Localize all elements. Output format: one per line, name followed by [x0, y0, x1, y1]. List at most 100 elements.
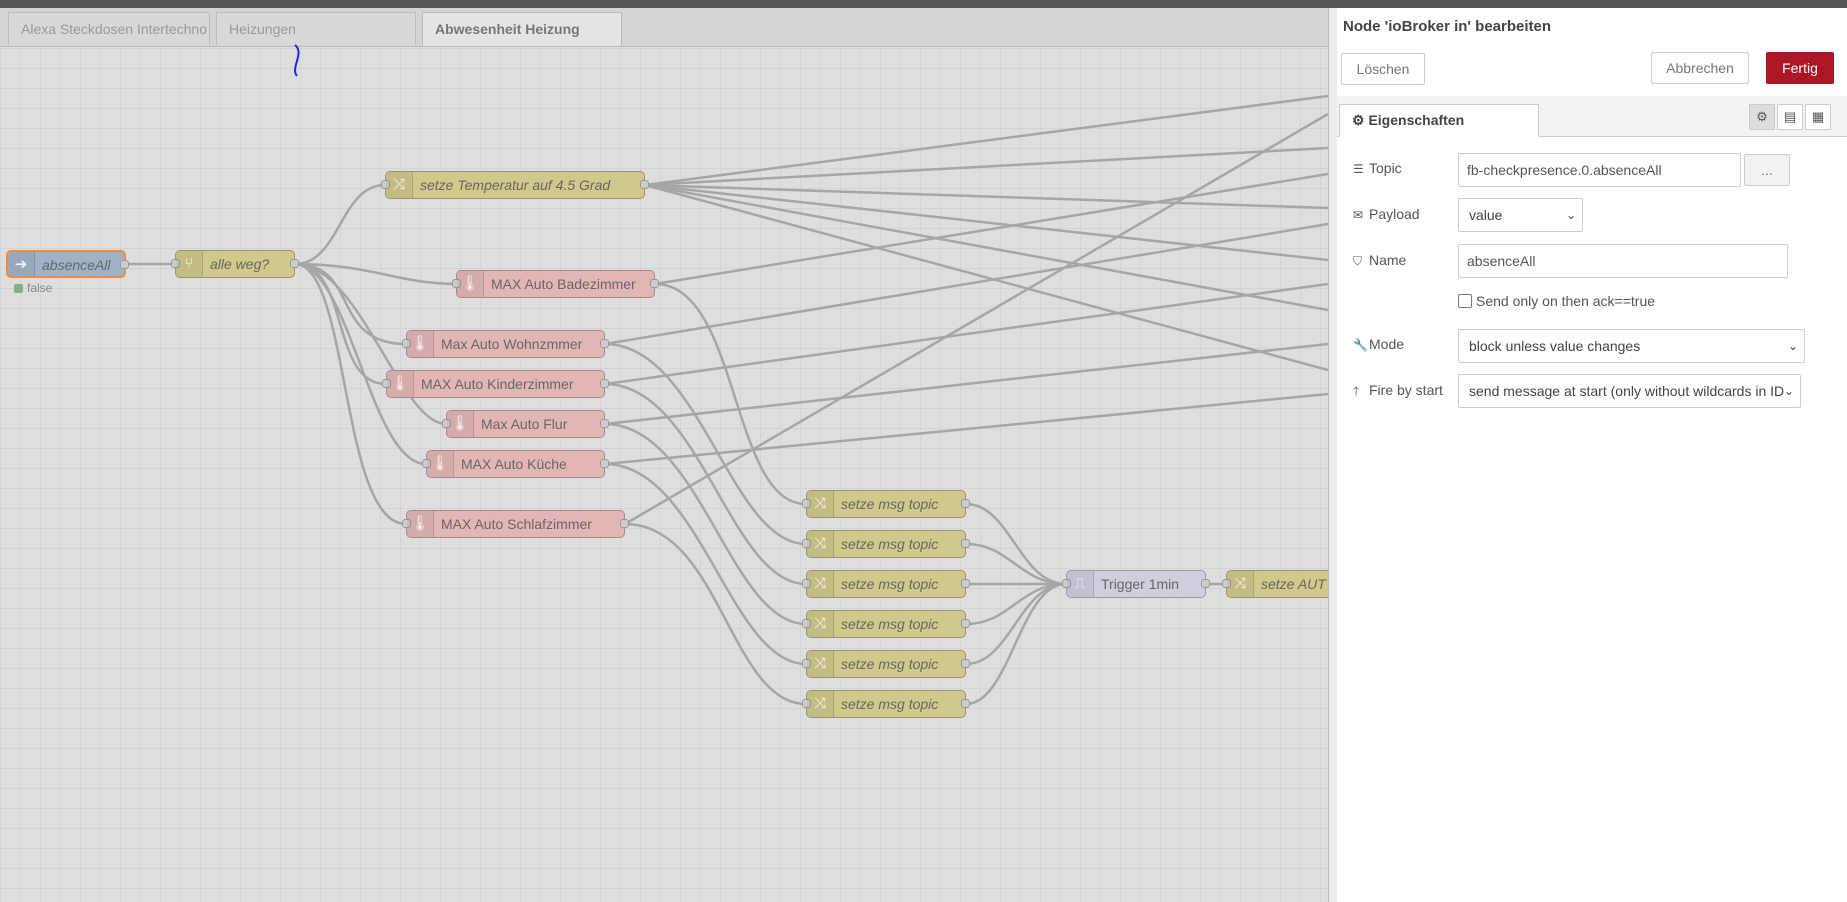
- node-label: MAX Auto Schlafzimmer: [441, 516, 592, 532]
- output-port[interactable]: [640, 180, 649, 189]
- node-set-topic[interactable]: ⤨ setze msg topic: [802, 690, 970, 718]
- output-port[interactable]: [961, 579, 970, 588]
- thermometer-icon: 🌡: [407, 331, 434, 357]
- wire: [604, 462, 807, 666]
- node-switch[interactable]: ⑂ alle weg?: [171, 250, 299, 278]
- top-bar: [0, 0, 1847, 8]
- name-label: ⛉ Name: [1353, 252, 1407, 268]
- mode-label: 🔧Mode: [1353, 336, 1405, 352]
- done-button[interactable]: Fertig: [1766, 52, 1834, 84]
- shuffle-icon: ⤨: [807, 651, 834, 677]
- node-max-flur[interactable]: 🌡 Max Auto Flur: [442, 410, 609, 438]
- shuffle-icon: ⤨: [807, 691, 834, 717]
- shuffle-icon: ⤨: [807, 531, 834, 557]
- payload-select[interactable]: value ⌄: [1458, 198, 1583, 232]
- output-port[interactable]: [600, 379, 609, 388]
- node-label: setze msg topic: [841, 616, 939, 632]
- chevron-down-icon: ⌄: [1565, 208, 1576, 222]
- ack-checkbox[interactable]: [1458, 294, 1472, 308]
- thermometer-icon: 🌡: [457, 271, 484, 297]
- node-label: setze msg topic: [841, 576, 939, 592]
- gear-icon: ⚙: [1352, 112, 1365, 128]
- node-set-topic[interactable]: ⤨ setze msg topic: [802, 650, 970, 678]
- node-status: false: [14, 281, 52, 295]
- ack-label: Send only on then ack==true: [1476, 293, 1656, 309]
- output-port[interactable]: [650, 279, 659, 288]
- topic-browse-button[interactable]: ...: [1744, 154, 1790, 186]
- input-arrow-icon: ➔: [8, 252, 35, 276]
- wrench-icon: 🔧: [1353, 338, 1368, 352]
- wire: [604, 342, 1328, 426]
- node-max-wohnzimmer[interactable]: 🌡 Max Auto Wohnzmmer: [402, 330, 609, 358]
- output-port[interactable]: [120, 260, 129, 269]
- status-text: false: [27, 281, 53, 295]
- delete-button[interactable]: Löschen: [1341, 53, 1425, 85]
- payload-label: ✉ Payload: [1353, 206, 1420, 222]
- node-label: MAX Auto Küche: [461, 456, 567, 472]
- node-set-topic[interactable]: ⤨ setze msg topic: [802, 530, 970, 558]
- output-port[interactable]: [961, 699, 970, 708]
- wire: [604, 282, 1328, 386]
- wire: [294, 262, 427, 466]
- node-label: setze msg topic: [841, 496, 939, 512]
- output-port[interactable]: [620, 519, 629, 528]
- wire: [965, 582, 1067, 666]
- fire-by-start-label: 🡑 Fire by start: [1353, 382, 1443, 403]
- output-port[interactable]: [600, 419, 609, 428]
- node-max-kueche[interactable]: 🌡 MAX Auto Küche: [422, 450, 609, 478]
- tag-icon: ⛉: [1353, 254, 1363, 268]
- wire: [644, 146, 1328, 187]
- node-set-topic[interactable]: ⤨ setze msg topic: [802, 570, 970, 598]
- output-port[interactable]: [600, 339, 609, 348]
- wire: [965, 502, 1067, 586]
- node-label: absenceAll: [42, 257, 111, 273]
- output-port[interactable]: [961, 619, 970, 628]
- wire: [294, 44, 300, 77]
- node-set-temperature[interactable]: ⤨ setze Temperatur auf 4.5 Grad: [381, 171, 649, 199]
- node-trigger[interactable]: ⎍ Trigger 1min: [1062, 570, 1210, 598]
- thermometer-icon: 🌡: [427, 451, 454, 477]
- arrow-up-icon: 🡑: [1353, 384, 1360, 398]
- description-icon[interactable]: ▤: [1777, 104, 1803, 130]
- edit-panel: Node 'ioBroker in' bearbeiten Löschen Ab…: [1337, 8, 1847, 902]
- mode-select[interactable]: block unless value changes ⌄: [1458, 329, 1805, 363]
- node-max-badezimmer[interactable]: 🌡 MAX Auto Badezimmer: [452, 270, 659, 298]
- node-label: setze msg topic: [841, 656, 939, 672]
- wire: [294, 183, 386, 266]
- node-iobroker-in[interactable]: ➔ absenceAll: [6, 250, 129, 278]
- output-port[interactable]: [961, 539, 970, 548]
- settings-gear-icon[interactable]: ⚙: [1749, 104, 1775, 130]
- tab-properties[interactable]: ⚙ Eigenschaften: [1339, 104, 1539, 137]
- shuffle-icon: ⤨: [807, 611, 834, 637]
- shuffle-icon: ⤨: [1227, 571, 1254, 597]
- switch-icon: ⑂: [176, 251, 203, 277]
- wire: [654, 172, 1328, 286]
- trigger-pulse-icon: ⎍: [1067, 571, 1094, 597]
- node-set-auto[interactable]: ⤨ setze AUT: [1222, 570, 1328, 598]
- node-set-topic[interactable]: ⤨ setze msg topic: [802, 610, 970, 638]
- flow-workspace[interactable]: Alexa Steckdosen Intertechno Heizungen A…: [0, 8, 1328, 902]
- output-port[interactable]: [290, 259, 299, 268]
- name-input[interactable]: absenceAll: [1458, 244, 1788, 278]
- output-port[interactable]: [961, 499, 970, 508]
- appearance-icon[interactable]: ▦: [1805, 104, 1831, 130]
- topic-input[interactable]: fb-checkpresence.0.absenceAll: [1458, 153, 1741, 187]
- wire: [644, 183, 1328, 372]
- thermometer-icon: 🌡: [407, 511, 434, 537]
- output-port[interactable]: [600, 459, 609, 468]
- shuffle-icon: ⤨: [386, 172, 413, 198]
- cancel-button[interactable]: Abbrechen: [1651, 52, 1749, 84]
- node-label: setze msg topic: [841, 536, 939, 552]
- wire: [965, 542, 1067, 586]
- output-port[interactable]: [961, 659, 970, 668]
- output-port[interactable]: [1201, 579, 1210, 588]
- node-set-topic[interactable]: ⤨ setze msg topic: [802, 490, 970, 518]
- list-icon: ☰: [1353, 162, 1364, 176]
- node-label: setze Temperatur auf 4.5 Grad: [420, 177, 611, 193]
- node-max-kinderzimmer[interactable]: 🌡 MAX Auto Kinderzimmer: [382, 370, 609, 398]
- topic-label: ☰ Topic: [1353, 160, 1402, 176]
- node-max-schlafzimmer[interactable]: 🌡 MAX Auto Schlafzimmer: [402, 510, 629, 538]
- ack-checkbox-row[interactable]: Send only on then ack==true: [1458, 293, 1655, 309]
- fire-by-start-select[interactable]: send message at start (only without wild…: [1458, 374, 1801, 408]
- panel-tab-row: ⚙ Eigenschaften ⚙ ▤ ▦: [1337, 96, 1847, 137]
